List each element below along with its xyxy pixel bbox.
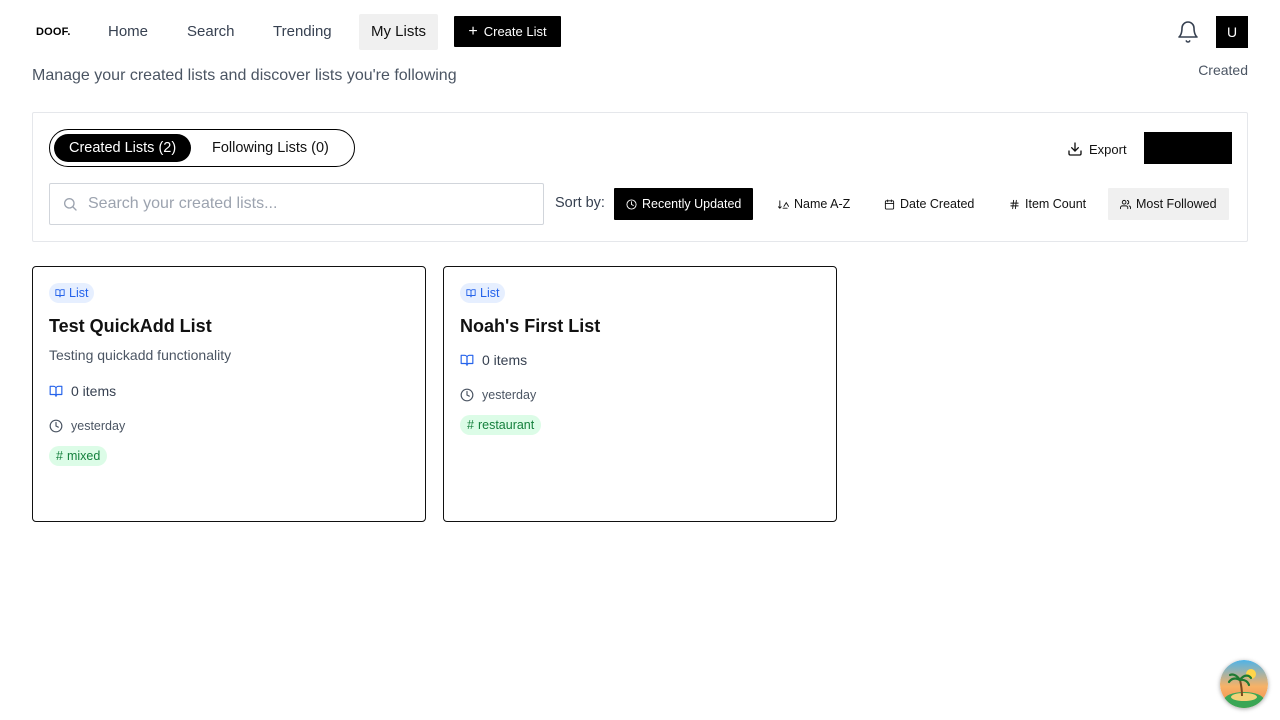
clock-icon: [460, 388, 474, 402]
created-label: Created: [1198, 62, 1248, 78]
user-avatar[interactable]: U: [1216, 16, 1248, 48]
sort-item-count-label: Item Count: [1025, 197, 1087, 211]
sort-item-count[interactable]: Item Count: [997, 188, 1098, 220]
list-tag[interactable]: # mixed: [49, 446, 108, 466]
card-title[interactable]: Noah's First List: [460, 316, 600, 337]
download-icon: [1068, 142, 1082, 156]
search-icon: [63, 198, 77, 211]
sort-name-az[interactable]: Name A-Z: [766, 188, 862, 220]
hash-icon: [1010, 199, 1019, 209]
nav-my-lists[interactable]: My Lists: [359, 14, 439, 50]
palm-island-icon: [1220, 660, 1268, 708]
book-icon: [466, 289, 476, 298]
sort-by-label: Sort by:: [555, 195, 605, 211]
export-button[interactable]: Export: [1067, 139, 1127, 159]
clock-icon: [49, 419, 63, 433]
item-count-label: 0 items: [482, 352, 528, 368]
book-icon: [49, 385, 63, 397]
create-list-label: Create List: [483, 24, 547, 39]
tab-following-lists[interactable]: Following Lists (0): [197, 134, 344, 162]
sort-alpha-icon: [778, 199, 789, 209]
item-count: 0 items: [460, 352, 527, 368]
calendar-icon: [884, 198, 895, 210]
list-tabs: Created Lists (2) Following Lists (0): [49, 129, 355, 167]
app-logo[interactable]: DOOF.: [36, 26, 71, 38]
list-card[interactable]: List Noah's First List 0 items yesterday…: [443, 266, 837, 522]
hash-icon: #: [56, 449, 63, 463]
list-type-badge: List: [460, 283, 506, 303]
tab-created-lists[interactable]: Created Lists (2): [54, 134, 192, 162]
export-label: Export: [1089, 141, 1127, 157]
nav-home[interactable]: Home: [96, 14, 160, 50]
sort-date-created[interactable]: Date Created: [872, 188, 986, 220]
search-input[interactable]: [88, 184, 528, 224]
list-tag[interactable]: # restaurant: [460, 415, 542, 435]
tag-label: restaurant: [477, 418, 535, 432]
nav-search[interactable]: Search: [175, 14, 247, 50]
users-icon: [1120, 199, 1131, 209]
sort-date-created-label: Date Created: [900, 197, 975, 211]
clock-icon: [626, 198, 637, 210]
sort-most-followed-label: Most Followed: [1136, 197, 1217, 211]
sort-most-followed[interactable]: Most Followed: [1108, 188, 1229, 220]
badge-label: List: [480, 286, 500, 300]
item-count-label: 0 items: [71, 383, 117, 399]
lists-control-panel: Created Lists (2) Following Lists (0) Ex…: [32, 112, 1248, 242]
hash-icon: #: [467, 418, 474, 432]
search-box: [49, 183, 544, 225]
list-card[interactable]: List Test QuickAdd List Testing quickadd…: [32, 266, 426, 522]
book-icon: [460, 354, 474, 366]
sort-recently-updated-label: Recently Updated: [642, 197, 742, 211]
nav-trending[interactable]: Trending: [261, 14, 344, 50]
assistant-button[interactable]: [1220, 660, 1268, 708]
updated-time-label: yesterday: [482, 388, 537, 402]
card-description: Testing quickadd functionality: [49, 347, 232, 363]
sort-recently-updated[interactable]: Recently Updated: [614, 188, 754, 220]
book-icon: [55, 289, 65, 298]
updated-time: yesterday: [49, 419, 125, 433]
create-list-button[interactable]: + Create List: [454, 16, 561, 47]
updated-time: yesterday: [460, 388, 536, 402]
action-button[interactable]: [1144, 132, 1232, 164]
card-title[interactable]: Test QuickAdd List: [49, 316, 212, 337]
top-navigation: DOOF. Home Search Trending My Lists + Cr…: [0, 0, 1280, 64]
badge-label: List: [69, 286, 89, 300]
bell-icon[interactable]: [1176, 20, 1200, 44]
updated-time-label: yesterday: [71, 419, 126, 433]
item-count: 0 items: [49, 383, 116, 399]
sort-name-az-label: Name A-Z: [794, 197, 851, 211]
list-type-badge: List: [49, 283, 95, 303]
tag-label: mixed: [66, 449, 101, 463]
page-subtitle: Manage your created lists and discover l…: [32, 67, 457, 84]
plus-icon: +: [468, 22, 478, 40]
